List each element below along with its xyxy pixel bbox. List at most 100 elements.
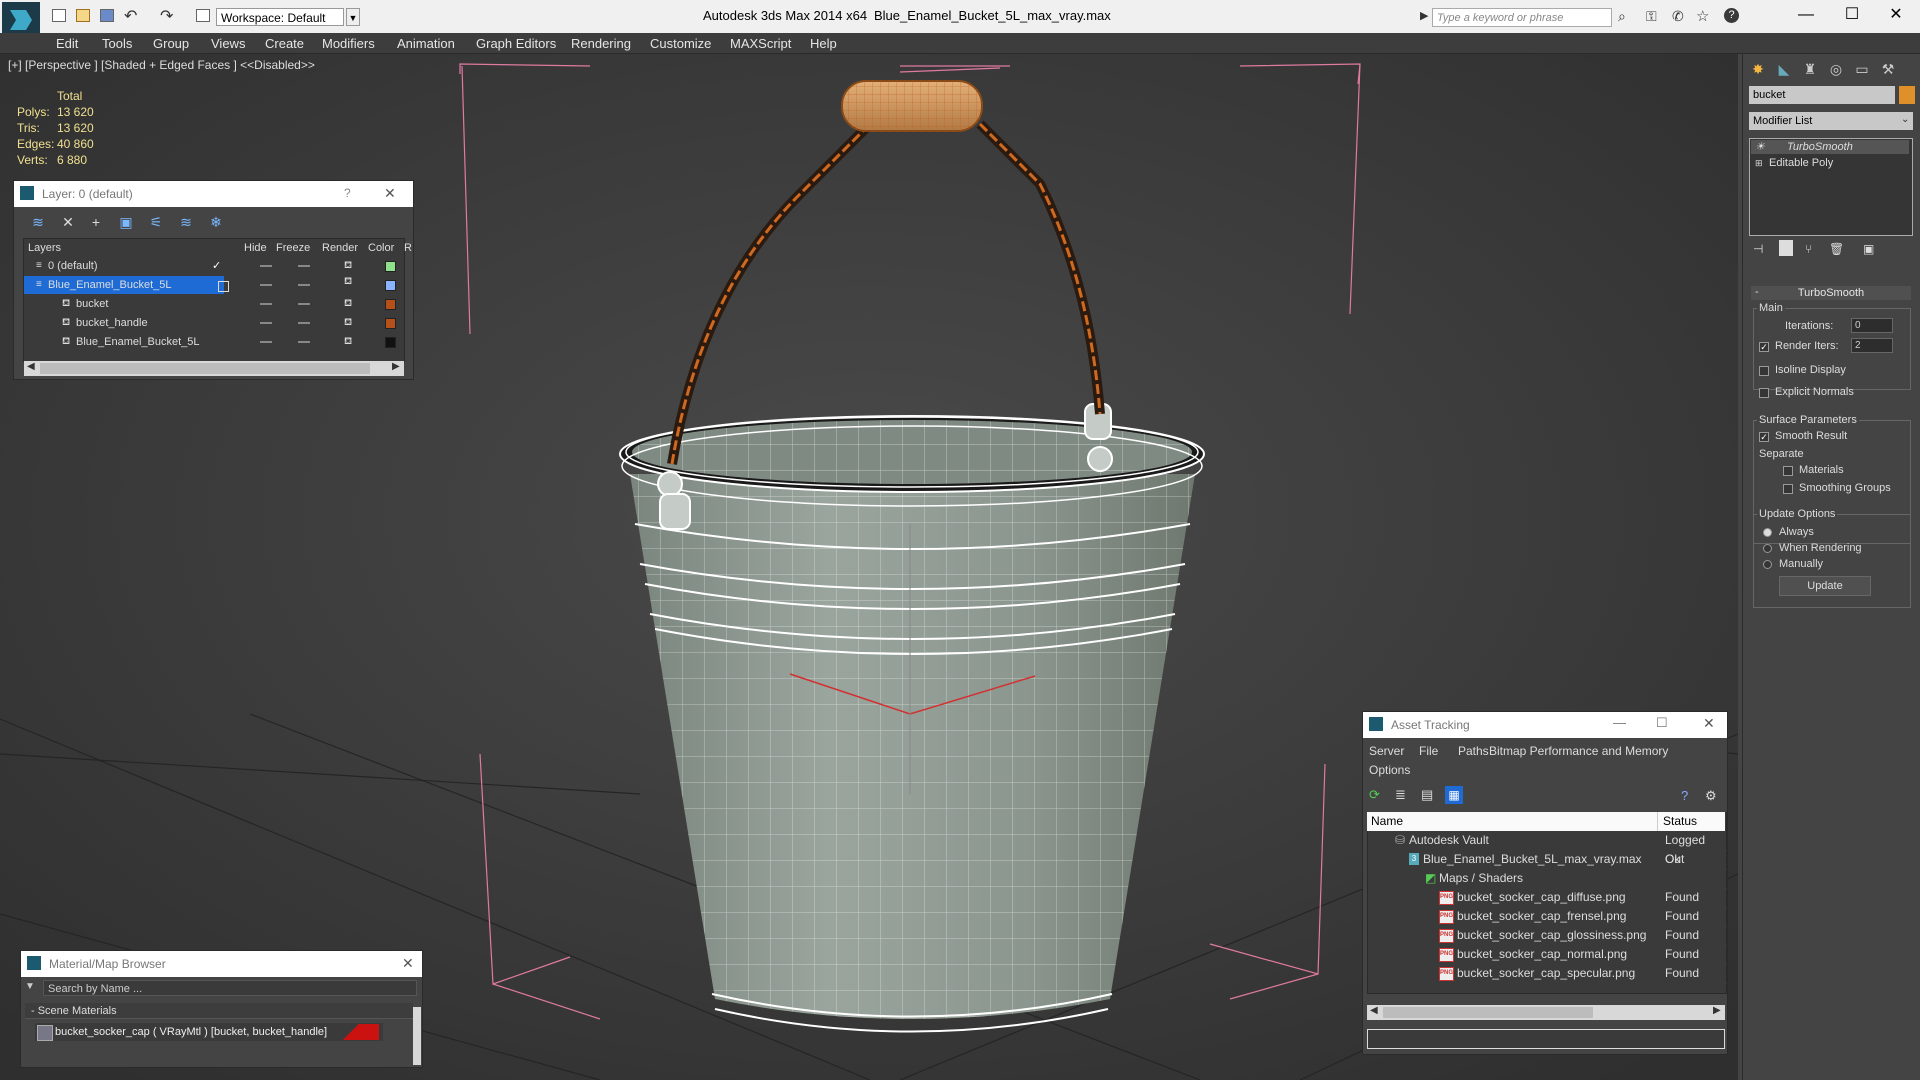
render-teapot-icon[interactable]: ⛾ <box>344 295 352 313</box>
menu-help[interactable]: Help <box>810 36 837 51</box>
browser-options-arrow-icon[interactable]: ▼ <box>25 981 35 992</box>
hide-toggle[interactable] <box>260 303 272 305</box>
rollout-collapse-icon[interactable]: - <box>1755 286 1759 298</box>
hide-all-layers-icon[interactable]: ≋ <box>178 214 194 230</box>
redo-icon[interactable]: ↷ <box>160 6 173 26</box>
asset-row-normal[interactable]: PNG bucket_socker_cap_normal.png Found <box>1369 945 1727 965</box>
col-hide[interactable]: Hide <box>244 242 267 254</box>
menu-file[interactable]: File <box>1419 744 1438 758</box>
stack-item-turbosmooth[interactable]: ☀ TurboSmooth <box>1751 140 1909 154</box>
undo-icon[interactable]: ↶ <box>124 6 137 26</box>
display-tab-icon[interactable]: ▭ <box>1851 58 1873 80</box>
hide-toggle[interactable] <box>260 341 272 343</box>
asset-tracking-titlebar[interactable]: Asset Tracking — ☐ ✕ <box>1363 712 1727 738</box>
smoothing-groups-checkbox[interactable] <box>1783 484 1793 494</box>
render-teapot-icon[interactable]: ⛾ <box>344 333 352 351</box>
create-tab-icon[interactable]: ✸ <box>1747 58 1769 80</box>
make-unique-icon[interactable]: ⑂ <box>1805 242 1812 256</box>
scroll-left-icon[interactable]: ◀ <box>27 361 35 372</box>
maximize-button[interactable]: ☐ <box>1832 4 1872 26</box>
search-expand-icon[interactable]: ▶ <box>1420 9 1428 22</box>
scene-materials-group[interactable]: - Scene Materials <box>25 1003 413 1019</box>
manually-radio[interactable] <box>1763 560 1772 569</box>
layer-window-titlebar[interactable]: Layer: 0 (default) ? ✕ <box>14 181 413 207</box>
material-search-input[interactable]: Search by Name ... <box>43 980 417 996</box>
current-layer-check-icon[interactable]: ✓ <box>212 257 221 275</box>
asset-row-diffuse[interactable]: PNG bucket_socker_cap_diffuse.png Found <box>1369 888 1727 908</box>
col-r[interactable]: R <box>404 242 412 254</box>
layer-row-bucket[interactable]: ⛾ bucket ⛾ <box>24 295 396 313</box>
asset-row-max-file[interactable]: 3 Blue_Enamel_Bucket_5L_max_vray.max Ok <box>1369 850 1727 870</box>
project-folder-icon[interactable] <box>196 9 210 22</box>
layer-row-blue-enamel-object[interactable]: ⛾ Blue_Enamel_Bucket_5L ⛾ <box>24 333 396 351</box>
list-view-icon[interactable]: ≣ <box>1395 788 1409 802</box>
when-rendering-radio[interactable] <box>1763 544 1772 553</box>
menu-graph-editors[interactable]: Graph Editors <box>476 36 556 51</box>
scroll-right-icon[interactable]: ▶ <box>1713 1005 1721 1016</box>
layer-row-bucket-handle[interactable]: ⛾ bucket_handle ⛾ <box>24 314 396 332</box>
object-color-swatch[interactable] <box>1899 86 1915 104</box>
freeze-toggle[interactable] <box>298 284 310 286</box>
utilities-tab-icon[interactable]: ⚒ <box>1877 58 1899 80</box>
help-icon[interactable]: ? <box>1724 8 1739 23</box>
render-iters-checkbox[interactable]: ✓ <box>1759 342 1769 352</box>
key-icon[interactable]: ⚿ <box>1646 8 1657 25</box>
col-freeze[interactable]: Freeze <box>276 242 310 254</box>
workspace-dropdown[interactable]: Workspace: Default <box>216 8 344 26</box>
scroll-right-icon[interactable]: ▶ <box>392 361 400 372</box>
layer-color-swatch[interactable] <box>385 280 396 291</box>
save-file-icon[interactable] <box>100 9 114 22</box>
configure-sets-icon[interactable]: ▣ <box>1863 242 1874 256</box>
layer-row-default[interactable]: ≡ 0 (default) ✓ ⛾ <box>24 257 396 275</box>
material-list-item[interactable]: bucket_socker_cap ( VRayMtl ) [bucket, b… <box>35 1023 383 1041</box>
layer-color-swatch[interactable] <box>385 299 396 310</box>
new-file-icon[interactable] <box>52 9 66 22</box>
col-layers[interactable]: Layers <box>28 242 61 254</box>
minimize-button[interactable]: — <box>1786 4 1826 26</box>
thumbnail-view-icon[interactable]: ▤ <box>1421 788 1435 802</box>
asset-close-icon[interactable]: ✕ <box>1703 715 1715 732</box>
binoculars-icon[interactable]: ⌕ <box>1618 8 1626 25</box>
asset-row-frensel[interactable]: PNG bucket_socker_cap_frensel.png Found <box>1369 907 1727 927</box>
menu-edit[interactable]: Edit <box>56 36 78 51</box>
menu-options[interactable]: Options <box>1369 763 1410 777</box>
render-iters-spinner[interactable]: 2 <box>1851 338 1893 353</box>
asset-maximize-icon[interactable]: ☐ <box>1656 715 1668 731</box>
show-end-result-icon[interactable] <box>1779 240 1793 256</box>
layer-help-icon[interactable]: ? <box>344 186 351 200</box>
open-file-icon[interactable] <box>76 9 90 22</box>
update-button[interactable]: Update <box>1779 576 1871 596</box>
modify-tab-icon[interactable]: ◣ <box>1773 58 1795 80</box>
menu-rendering[interactable]: Rendering <box>571 36 631 51</box>
asset-row-specular[interactable]: PNG bucket_socker_cap_specular.png Found <box>1369 964 1727 984</box>
asset-settings-icon[interactable]: ⚙ <box>1705 788 1717 804</box>
motion-tab-icon[interactable]: ◎ <box>1825 58 1847 80</box>
menu-modifiers[interactable]: Modifiers <box>322 36 375 51</box>
communication-icon[interactable]: ✆ <box>1672 8 1684 25</box>
hierarchy-tab-icon[interactable]: ♜ <box>1799 58 1821 80</box>
col-name[interactable]: Name <box>1371 812 1403 831</box>
menu-server[interactable]: Server <box>1369 744 1404 758</box>
freeze-toggle[interactable] <box>298 322 310 324</box>
layer-color-swatch[interactable] <box>385 337 396 348</box>
hide-toggle[interactable] <box>260 322 272 324</box>
asset-help-icon[interactable]: ? <box>1681 788 1688 803</box>
layer-color-swatch[interactable] <box>385 318 396 329</box>
menu-customize[interactable]: Customize <box>650 36 711 51</box>
lightbulb-icon[interactable]: ☀ <box>1755 140 1765 154</box>
modifier-list-dropdown[interactable]: Modifier List <box>1749 112 1913 130</box>
material-vertical-scrollbar[interactable] <box>413 1007 421 1065</box>
col-color[interactable]: Color <box>368 242 394 254</box>
menu-group[interactable]: Group <box>153 36 189 51</box>
turbosmooth-rollout[interactable]: TurboSmooth <box>1751 286 1911 300</box>
object-name-field[interactable]: bucket <box>1749 86 1895 104</box>
menu-maxscript[interactable]: MAXScript <box>730 36 791 51</box>
render-teapot-icon[interactable]: ⛾ <box>344 257 352 275</box>
table-view-icon[interactable]: ▦ <box>1445 786 1463 804</box>
freeze-toggle[interactable] <box>298 265 310 267</box>
hide-toggle[interactable] <box>260 284 272 286</box>
close-button[interactable]: ✕ <box>1876 4 1916 26</box>
smooth-result-checkbox[interactable]: ✓ <box>1759 432 1769 442</box>
always-radio[interactable] <box>1763 528 1772 537</box>
asset-horizontal-scrollbar[interactable]: ◀ ▶ <box>1367 1005 1725 1020</box>
